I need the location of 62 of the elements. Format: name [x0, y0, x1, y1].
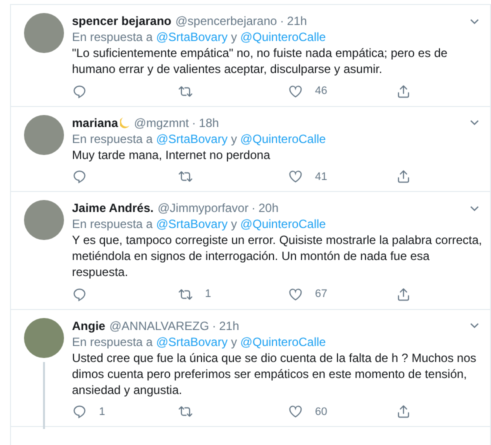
- heart-icon[interactable]: [288, 404, 303, 420]
- reply-joiner: y: [230, 132, 238, 146]
- reply-context: En respuesta a: [72, 217, 154, 231]
- tweet-text: Y es que, tampoco corregiste un error. Quisiste mostrarle la palabra correcta, metiéndola en signos de interrogación. Un montón de nada fue esa respuesta.: [72, 232, 483, 280]
- heart-icon[interactable]: [288, 169, 303, 184]
- separator-dot: ·: [192, 114, 196, 132]
- tweet-text: Muy tarde mana, Internet no perdona: [72, 146, 272, 162]
- user-handle: @spencerbejarano: [175, 13, 277, 30]
- user-name[interactable]: mariana: [72, 114, 118, 132]
- action-count: 67: [315, 287, 328, 302]
- tweet-time[interactable]: 18h: [198, 114, 219, 132]
- chevron-down-icon[interactable]: [469, 117, 480, 128]
- user-handle: @Jimmyporfavor: [158, 200, 248, 217]
- heart-icon[interactable]: [288, 84, 303, 99]
- mention-link[interactable]: @QuinteroCalle: [240, 132, 326, 146]
- mention-link[interactable]: @SrtaBovary: [156, 132, 228, 146]
- separator-dot: ·: [212, 318, 216, 334]
- tweet-time[interactable]: 21h: [286, 12, 307, 30]
- share-icon[interactable]: [396, 84, 411, 99]
- reply-context: En respuesta a: [72, 334, 154, 348]
- reply-joiner: y: [230, 30, 238, 44]
- mention-link[interactable]: @SrtaBovary: [156, 334, 228, 348]
- user-name[interactable]: spencer bejarano: [72, 12, 172, 30]
- tweet-text: "Lo suficientemente empática" no, no fuiste nada empática; pero es de humano errar y de valientes aceptar, disculparse y asumir.: [72, 45, 448, 77]
- retweet-icon[interactable]: [178, 286, 193, 302]
- heart-icon[interactable]: [288, 286, 303, 302]
- reply-icon[interactable]: [72, 286, 87, 302]
- mention-link[interactable]: @SrtaBovary: [156, 217, 228, 231]
- share-icon[interactable]: [396, 404, 411, 420]
- reply-context: En respuesta a: [72, 132, 154, 146]
- tweet-time[interactable]: 20h: [258, 199, 278, 217]
- reply-joiner: y: [230, 334, 238, 348]
- reply-icon[interactable]: [72, 84, 87, 99]
- reply-icon[interactable]: [72, 404, 87, 420]
- action-count: 46: [315, 84, 328, 99]
- tweet-time[interactable]: 21h: [219, 316, 240, 334]
- retweet-icon[interactable]: [178, 169, 193, 184]
- separator-dot: ·: [251, 200, 256, 217]
- mention-link[interactable]: @QuinteroCalle: [240, 30, 326, 44]
- share-icon[interactable]: [396, 169, 411, 184]
- reply-joiner: y: [230, 217, 238, 231]
- user-name[interactable]: Jaime Andrés.: [72, 199, 154, 217]
- reply-context: En respuesta a: [72, 30, 154, 44]
- thread-line: [43, 362, 45, 429]
- action-count: 41: [315, 170, 328, 184]
- user-name[interactable]: Angie: [72, 316, 106, 334]
- retweet-icon[interactable]: [178, 404, 193, 420]
- user-handle: @ANNALVAREZG: [109, 318, 210, 334]
- separator-dot: ·: [280, 13, 284, 30]
- action-count: 60: [315, 404, 328, 420]
- retweet-icon[interactable]: [178, 84, 193, 99]
- action-count: 1: [99, 404, 106, 420]
- mention-link[interactable]: @SrtaBovary: [156, 30, 228, 44]
- crescent-moon-icon: [120, 116, 130, 128]
- action-count: 1: [205, 287, 212, 302]
- mention-link[interactable]: @QuinteroCalle: [240, 334, 326, 348]
- share-icon[interactable]: [396, 286, 411, 302]
- chevron-down-icon[interactable]: [469, 320, 480, 331]
- mention-link[interactable]: @QuinteroCalle: [240, 217, 326, 231]
- tweet-text: Usted cree que fue la única que se dio cuenta de la falta de h ? Muchos nos dimos cuenta pero preferimos ser empáticos en este momento de tensión, ansiedad y angustia.: [72, 350, 478, 398]
- user-handle: @mgzmnt: [134, 114, 189, 132]
- reply-icon[interactable]: [72, 169, 87, 184]
